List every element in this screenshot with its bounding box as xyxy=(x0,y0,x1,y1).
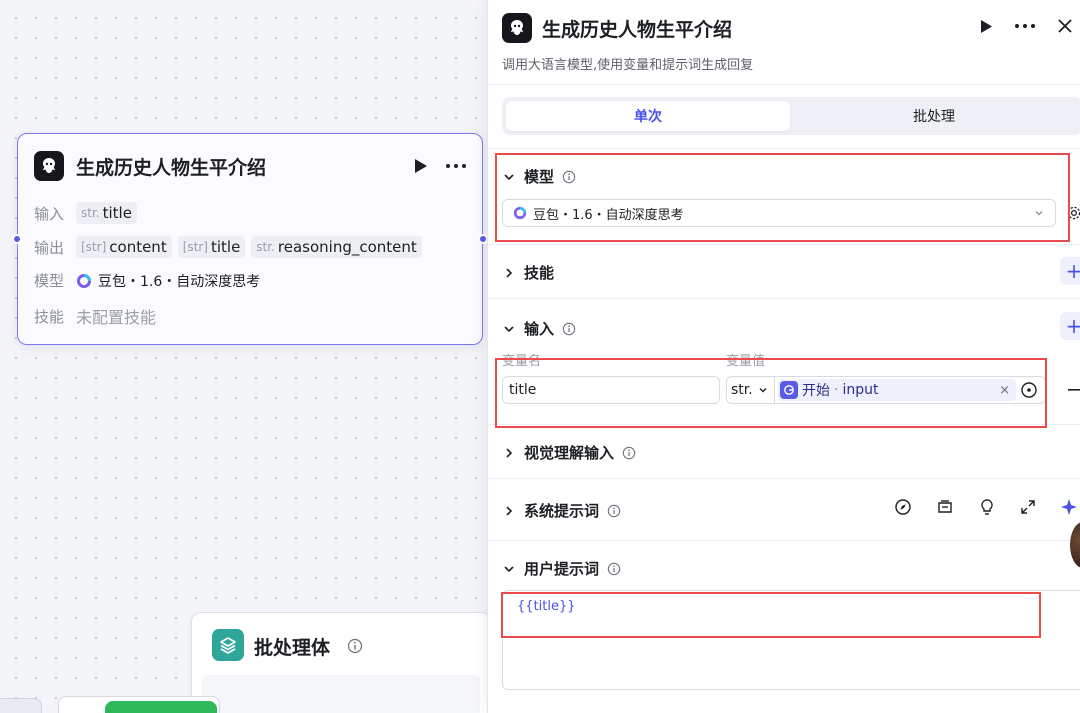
info-icon xyxy=(607,562,621,575)
highlight-input xyxy=(495,358,1047,428)
chevron-right-icon xyxy=(506,447,513,458)
chevron-down-icon xyxy=(504,325,514,332)
run-button[interactable] xyxy=(105,701,217,713)
more-icon[interactable] xyxy=(1015,24,1035,28)
tab-batch[interactable]: 批处理 xyxy=(790,101,1078,131)
section-user-prompt[interactable]: 用户提示词 xyxy=(502,558,621,579)
lightbulb-icon[interactable] xyxy=(978,498,996,516)
doubao-icon xyxy=(76,273,92,289)
run-icon[interactable] xyxy=(414,158,428,174)
llm-icon xyxy=(502,13,532,43)
node-header: 生成历史人物生平介绍 xyxy=(34,150,466,182)
section-input-label: 输入 xyxy=(524,320,555,338)
info-icon xyxy=(622,446,636,459)
tab-single[interactable]: 单次 xyxy=(506,101,791,131)
info-icon[interactable] xyxy=(347,638,363,654)
batch-body xyxy=(202,675,480,713)
output-chip-title: [str] title xyxy=(177,236,246,258)
model-label: 模型 xyxy=(34,272,65,290)
add-input-button[interactable]: + xyxy=(1060,312,1080,340)
model-value: 豆包・1.6・自动深度思考 xyxy=(98,273,261,290)
batch-node[interactable]: 批处理体 xyxy=(191,612,491,713)
node-output-row: 输出 [str] content [str] title str. reason… xyxy=(34,236,422,258)
panel-description: 调用大语言模型,使用变量和提示词生成回复 xyxy=(502,58,754,73)
output-chip-content: [str] content xyxy=(76,236,172,258)
output-chip-reasoning: str. reasoning_content xyxy=(251,236,422,258)
section-skills[interactable]: 技能 xyxy=(502,262,554,283)
section-vision-label: 视觉理解输入 xyxy=(524,444,615,462)
skill-label: 技能 xyxy=(34,307,65,326)
node-skill-row: 技能 未配置技能 xyxy=(34,304,156,328)
chevron-right-icon xyxy=(506,267,513,278)
input-label: 输入 xyxy=(34,204,65,223)
llm-node[interactable]: 生成历史人物生平介绍 输入 str. title 输出 [str] conten… xyxy=(12,133,488,345)
divider xyxy=(488,540,1080,541)
section-input[interactable]: 输入 xyxy=(502,318,576,339)
section-skills-label: 技能 xyxy=(524,264,555,282)
divider xyxy=(488,148,1080,149)
highlight-user-prompt xyxy=(501,592,1041,638)
node-input-row: 输入 str. title xyxy=(34,202,137,224)
output-label: 输出 xyxy=(34,238,65,257)
template-library-icon[interactable] xyxy=(936,498,954,516)
node-title: 生成历史人物生平介绍 xyxy=(76,156,267,179)
run-mode-tabs: 单次 批处理 xyxy=(502,97,1080,135)
highlight-model xyxy=(495,153,1070,242)
expand-icon[interactable] xyxy=(1020,499,1036,515)
divider xyxy=(488,244,1080,245)
toolbar-run-group[interactable] xyxy=(58,696,220,713)
add-skill-button[interactable]: + xyxy=(1060,257,1080,285)
info-icon xyxy=(607,504,621,517)
input-port[interactable] xyxy=(12,234,22,244)
close-icon[interactable] xyxy=(1057,18,1073,34)
more-icon[interactable] xyxy=(446,164,466,168)
divider xyxy=(488,478,1080,479)
info-icon xyxy=(562,322,576,335)
node-model-row: 模型 豆包・1.6・自动深度思考 xyxy=(34,270,260,291)
section-vision-input[interactable]: 视觉理解输入 xyxy=(502,442,636,463)
skill-value: 未配置技能 xyxy=(76,308,157,327)
toolbar-button[interactable] xyxy=(0,698,42,713)
section-system-prompt[interactable]: 系统提示词 xyxy=(502,500,621,521)
section-user-prompt-label: 用户提示词 xyxy=(524,560,600,578)
panel-title[interactable]: 生成历史人物生平介绍 xyxy=(542,15,732,42)
divider xyxy=(488,298,1080,299)
sparkle-icon[interactable] xyxy=(1060,498,1078,516)
divider xyxy=(488,84,1080,85)
prompt-toolbar xyxy=(894,498,1078,516)
batch-title: 批处理体 xyxy=(254,637,331,659)
run-icon[interactable] xyxy=(980,19,993,34)
llm-icon xyxy=(34,151,64,181)
input-var-chip: str. title xyxy=(76,202,137,224)
section-system-prompt-label: 系统提示词 xyxy=(524,502,600,520)
chevron-down-icon xyxy=(504,565,514,572)
remove-input-icon[interactable] xyxy=(1068,389,1080,391)
layers-icon xyxy=(212,629,244,661)
chevron-right-icon xyxy=(506,505,513,516)
compass-icon[interactable] xyxy=(894,498,912,516)
